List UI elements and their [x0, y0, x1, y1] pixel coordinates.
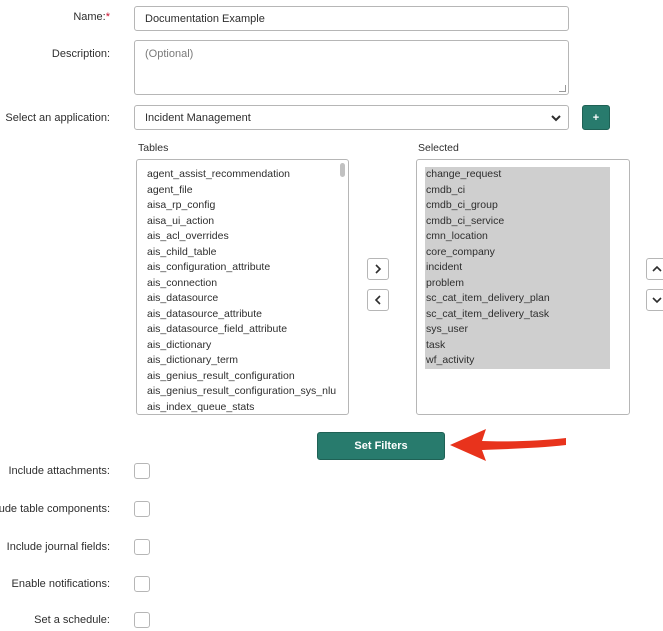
move-down-button[interactable]	[646, 289, 663, 311]
option-checkbox[interactable]	[134, 612, 150, 628]
tables-list-item[interactable]: ais_child_table	[146, 245, 336, 261]
red-arrow-icon	[450, 429, 566, 461]
tables-list-item[interactable]: aisa_rp_config	[146, 198, 336, 214]
tables-list-item[interactable]: ais_configuration_attribute	[146, 260, 336, 276]
set-filters-button[interactable]: Set Filters	[317, 432, 445, 460]
selected-title: Selected	[418, 142, 459, 154]
chevron-down-icon	[652, 297, 662, 304]
move-right-button[interactable]	[367, 258, 389, 280]
chevron-left-icon	[374, 295, 381, 305]
name-input[interactable]: Documentation Example	[134, 6, 569, 31]
selected-items: change_request cmdb_ci cmdb_ci_group cmdb_c…	[425, 167, 610, 369]
chevron-right-icon	[375, 264, 382, 274]
selected-list-item[interactable]: core_company	[425, 244, 610, 260]
name-label: Name:*	[73, 11, 110, 23]
tables-scrollbar[interactable]	[340, 163, 345, 177]
plus-icon: +	[592, 111, 600, 124]
application-select[interactable]: Incident Management	[134, 105, 569, 130]
option-checkbox[interactable]	[134, 501, 150, 517]
option-label: Include attachments:	[8, 465, 110, 477]
tables-list-item[interactable]: ais_genius_result_configuration	[146, 369, 336, 385]
option-checkbox[interactable]	[134, 539, 150, 555]
tables-list-item[interactable]: ais_datasource	[146, 291, 336, 307]
tables-list-item[interactable]: ais_connection	[146, 276, 336, 292]
description-textarea[interactable]: (Optional)	[134, 40, 569, 95]
tables-list-item[interactable]: ais_index_queue_stats	[146, 400, 336, 415]
option-label: Include journal fields:	[6, 541, 110, 553]
add-application-button[interactable]: +	[582, 105, 610, 130]
set-filters-label: Set Filters	[354, 440, 408, 452]
name-input-value: Documentation Example	[145, 12, 265, 25]
tables-list-item[interactable]: ais_acl_overrides	[146, 229, 336, 245]
description-label: Description:	[51, 48, 110, 60]
tables-list[interactable]: agent_assist_recommendation agent_file ais…	[136, 159, 349, 415]
tables-list-item[interactable]: agent_assist_recommendation	[146, 167, 336, 183]
option-label: Set a schedule:	[34, 614, 110, 626]
selected-list-item[interactable]: task	[425, 337, 610, 353]
application-select-value: Incident Management	[145, 111, 251, 124]
move-left-button[interactable]	[367, 289, 389, 311]
option-label: Include table components:	[0, 503, 110, 515]
selected-list-item[interactable]: wf_activity	[425, 353, 610, 369]
chevron-down-icon	[550, 106, 562, 129]
tables-list-item[interactable]: aisa_ui_action	[146, 214, 336, 230]
selected-list-item[interactable]: problem	[425, 275, 610, 291]
chevron-up-icon	[652, 265, 662, 272]
tables-title: Tables	[138, 142, 169, 154]
selected-list-item[interactable]: cmn_location	[425, 229, 610, 245]
option-checkbox[interactable]	[134, 463, 150, 479]
selected-list-item[interactable]: sc_cat_item_delivery_plan	[425, 291, 610, 307]
tables-list-item[interactable]: ais_datasource_attribute	[146, 307, 336, 323]
selected-list-item[interactable]: sys_user	[425, 322, 610, 338]
description-placeholder: (Optional)	[145, 48, 194, 60]
required-marker: *	[105, 11, 110, 23]
selected-list-item[interactable]: cmdb_ci_group	[425, 198, 610, 214]
tables-items: agent_assist_recommendation agent_file ais…	[146, 167, 336, 415]
selected-list-item[interactable]: cmdb_ci_service	[425, 213, 610, 229]
move-up-button[interactable]	[646, 258, 663, 280]
tables-list-item[interactable]: ais_dictionary	[146, 338, 336, 354]
selected-list[interactable]: change_request cmdb_ci cmdb_ci_group cmdb_c…	[416, 159, 630, 415]
selected-list-item[interactable]: sc_cat_item_delivery_task	[425, 306, 610, 322]
selected-list-item[interactable]: incident	[425, 260, 610, 276]
option-checkbox[interactable]	[134, 576, 150, 592]
resize-handle[interactable]	[559, 85, 566, 92]
selected-list-item[interactable]: cmdb_ci	[425, 182, 610, 198]
tables-list-item[interactable]: ais_datasource_field_attribute	[146, 322, 336, 338]
option-label: Enable notifications:	[11, 578, 110, 590]
tables-list-item[interactable]: ais_genius_result_configuration_sys_nlu	[146, 384, 336, 400]
tables-list-item[interactable]: ais_dictionary_term	[146, 353, 336, 369]
application-label: Select an application:	[5, 112, 110, 124]
selected-list-item[interactable]: change_request	[425, 167, 610, 183]
tables-list-item[interactable]: agent_file	[146, 183, 336, 199]
